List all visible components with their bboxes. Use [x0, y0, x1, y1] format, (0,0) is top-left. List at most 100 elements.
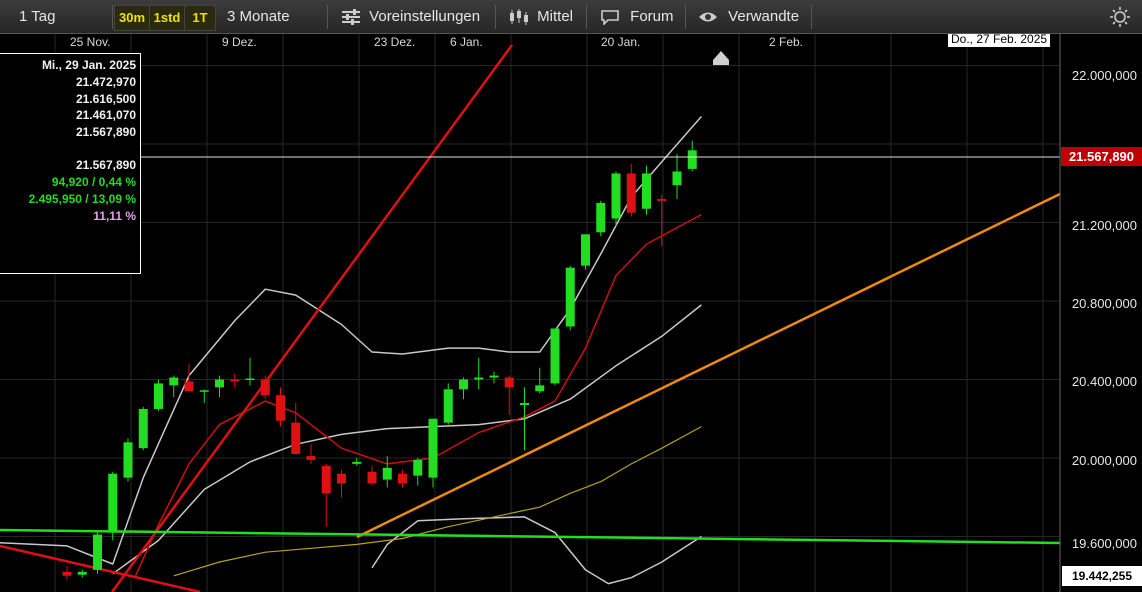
candles-icon	[510, 9, 528, 26]
candle-body	[77, 571, 87, 575]
current-price-tag: 21.567,890	[1061, 147, 1142, 166]
divider	[495, 5, 496, 29]
candle-body	[352, 461, 362, 464]
candle-body	[276, 395, 285, 421]
candle-body	[596, 202, 606, 233]
candles	[62, 140, 697, 580]
candle-body	[642, 173, 651, 209]
x-tick-label: 23 Dez.	[374, 35, 416, 49]
ma-yellow-line	[173, 426, 702, 577]
candle-body	[93, 534, 102, 570]
divider	[112, 5, 113, 29]
theme-button[interactable]	[1110, 5, 1130, 29]
candle-body	[489, 375, 499, 378]
eye-icon	[699, 12, 717, 22]
y-tick-label: 20.800,000	[1071, 296, 1137, 311]
orange-trend-line	[356, 191, 1063, 539]
ohlc-last: 21.567,890	[75, 158, 136, 172]
ohlc-low: 21.461,070	[75, 108, 136, 122]
ohlc-date: Mi., 29 Jan. 2025	[41, 58, 136, 72]
settings-button[interactable]: Voreinstellungen	[341, 5, 480, 29]
candle-body	[398, 473, 407, 484]
ohlc-change: 94,920 / 0,44 %	[51, 175, 136, 189]
candle-body	[550, 328, 560, 384]
ohlc-open: 21.472,970	[75, 75, 136, 89]
candle-body	[520, 403, 529, 406]
scroll-arrow-icon[interactable]	[713, 51, 729, 65]
divider	[586, 5, 587, 29]
candle-body	[474, 377, 484, 380]
chart-type-button[interactable]: Mittel	[509, 5, 573, 29]
ohlc-indicator: 11,11 %	[93, 209, 136, 223]
ohlc-info-box: Mi., 29 Jan. 2025 21.472,970 21.616,500 …	[0, 53, 141, 274]
chart-toolbar: 1 Tag 30m 1std 1T 3 Monate Voreinstellun…	[0, 0, 1142, 34]
sun-icon	[1110, 7, 1130, 28]
ohlc-close: 21.567,890	[75, 125, 136, 139]
bollinger-lower-line	[371, 516, 702, 585]
candle-body	[337, 473, 346, 484]
y-tick-label: 20.400,000	[1071, 374, 1137, 389]
x-tick-label: 25 Nov.	[70, 35, 111, 49]
candle-body	[626, 173, 636, 213]
y-tick-label: 20.000,000	[1071, 453, 1137, 468]
divider	[685, 5, 686, 29]
price-axis-panel	[1060, 33, 1142, 592]
candle-body	[245, 378, 255, 381]
settings-label: Voreinstellungen	[369, 8, 481, 25]
candle-body	[367, 471, 377, 484]
candle-body	[535, 385, 545, 392]
related-button[interactable]: Verwandte	[698, 5, 799, 29]
interval-1t-button[interactable]: 1T	[184, 5, 216, 31]
indicator-lines	[0, 44, 1063, 592]
chart-type-label: Mittel	[537, 8, 574, 25]
lowest-price-tag: 19.442,255	[1062, 566, 1142, 586]
candle-body	[123, 442, 133, 478]
candle-body	[169, 377, 179, 386]
candle-body	[260, 379, 270, 396]
ma-red-line	[134, 213, 702, 577]
candle-body	[154, 383, 163, 409]
candle-body	[611, 173, 621, 219]
y-tick-label: 21.200,000	[1071, 218, 1137, 233]
sliders-icon	[342, 9, 360, 26]
ohlc-high: 21.616,500	[75, 92, 136, 106]
candle-body	[321, 465, 331, 494]
x-tick-label: 2 Feb.	[769, 35, 804, 49]
candle-body	[657, 198, 667, 201]
y-tick-label: 19.600,000	[1071, 536, 1137, 551]
related-label: Verwandte	[728, 8, 800, 25]
candle-body	[184, 381, 194, 392]
candle-body	[306, 456, 316, 460]
divider	[327, 5, 328, 29]
x-tick-label: 20 Jan.	[601, 35, 641, 49]
red-trend-line	[110, 44, 514, 592]
candle-body	[215, 379, 224, 388]
candle-body	[459, 379, 468, 390]
candle-body	[504, 377, 514, 388]
candlestick-chart[interactable]	[0, 0, 1142, 592]
candle-body	[108, 473, 118, 533]
interval-1std-button[interactable]: 1std	[149, 5, 185, 31]
forum-label: Forum	[630, 8, 674, 25]
candle-body	[428, 418, 438, 478]
candle-body	[138, 408, 148, 449]
candle-body	[687, 150, 697, 169]
candle-body	[443, 389, 453, 423]
candle-body	[565, 267, 575, 327]
grid-lines	[0, 33, 1060, 592]
candle-body	[581, 234, 590, 266]
range-selector[interactable]: 3 Monate	[227, 5, 290, 29]
candle-body	[230, 379, 240, 382]
candle-body	[62, 571, 72, 576]
x-tick-label: 9 Dez.	[222, 35, 257, 49]
divider	[811, 5, 812, 29]
candle-body	[672, 171, 682, 186]
candle-body	[413, 459, 423, 476]
forum-button[interactable]: Forum	[600, 5, 674, 29]
x-tick-label: 6 Jan.	[450, 35, 483, 49]
candle-body	[382, 467, 392, 480]
period-selector[interactable]: 1 Tag	[19, 5, 55, 29]
interval-30m-button[interactable]: 30m	[114, 5, 150, 31]
candle-body	[199, 390, 209, 392]
chat-icon	[601, 10, 619, 26]
